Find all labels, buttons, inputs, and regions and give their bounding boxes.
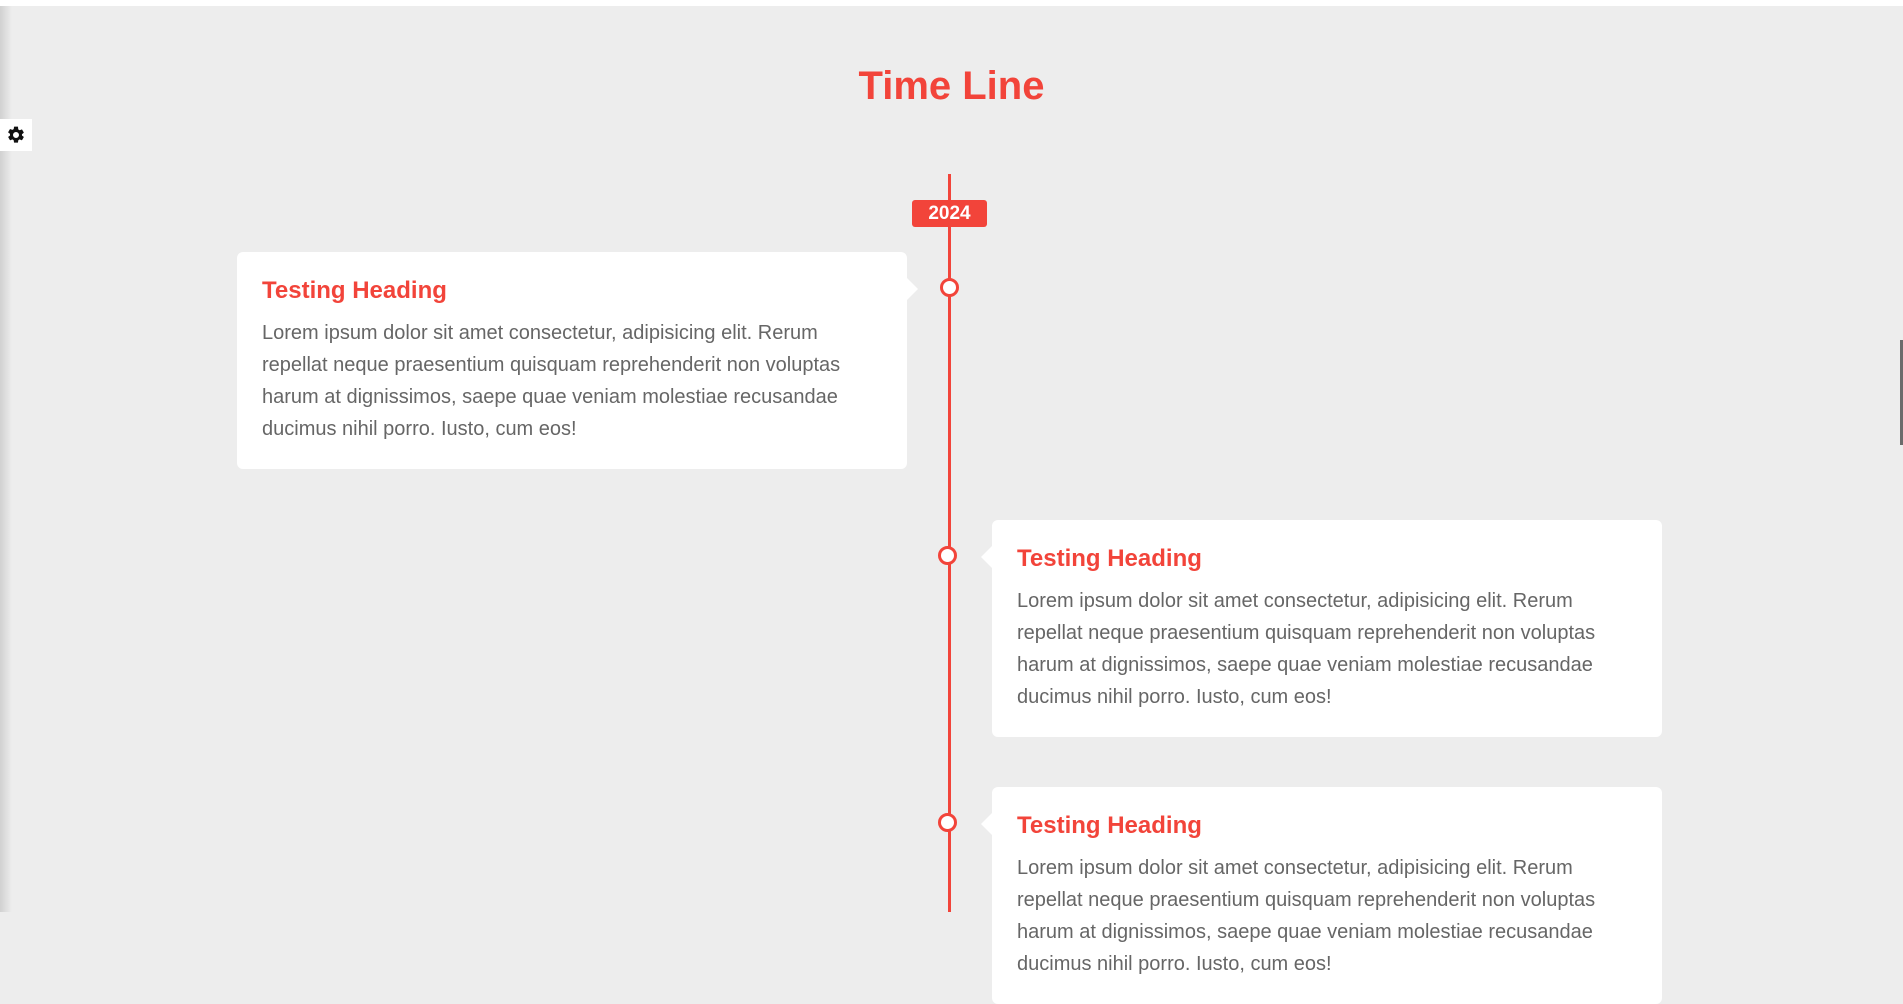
- timeline-card: Testing Heading Lorem ipsum dolor sit am…: [237, 252, 918, 469]
- settings-button[interactable]: [0, 119, 32, 151]
- timeline-dot: [938, 813, 957, 832]
- card-heading: Testing Heading: [1017, 545, 1202, 572]
- timeline-dot: [940, 278, 959, 297]
- card-heading: Testing Heading: [1017, 812, 1202, 839]
- card-text: Lorem ipsum dolor sit amet consectetur, …: [262, 322, 841, 440]
- timeline-dot: [938, 546, 957, 565]
- timeline-card: Testing Heading Lorem ipsum dolor sit am…: [981, 787, 1662, 1004]
- year-badge: 2024: [912, 200, 987, 227]
- timeline-card: Testing Heading Lorem ipsum dolor sit am…: [981, 520, 1662, 737]
- gear-icon: [8, 126, 24, 143]
- top-bar: [0, 0, 1903, 6]
- card-heading: Testing Heading: [262, 277, 447, 304]
- card-text: Lorem ipsum dolor sit amet consectetur, …: [1017, 857, 1596, 975]
- card-text: Lorem ipsum dolor sit amet consectetur, …: [1017, 590, 1596, 708]
- page-title: Time Line: [858, 64, 1045, 108]
